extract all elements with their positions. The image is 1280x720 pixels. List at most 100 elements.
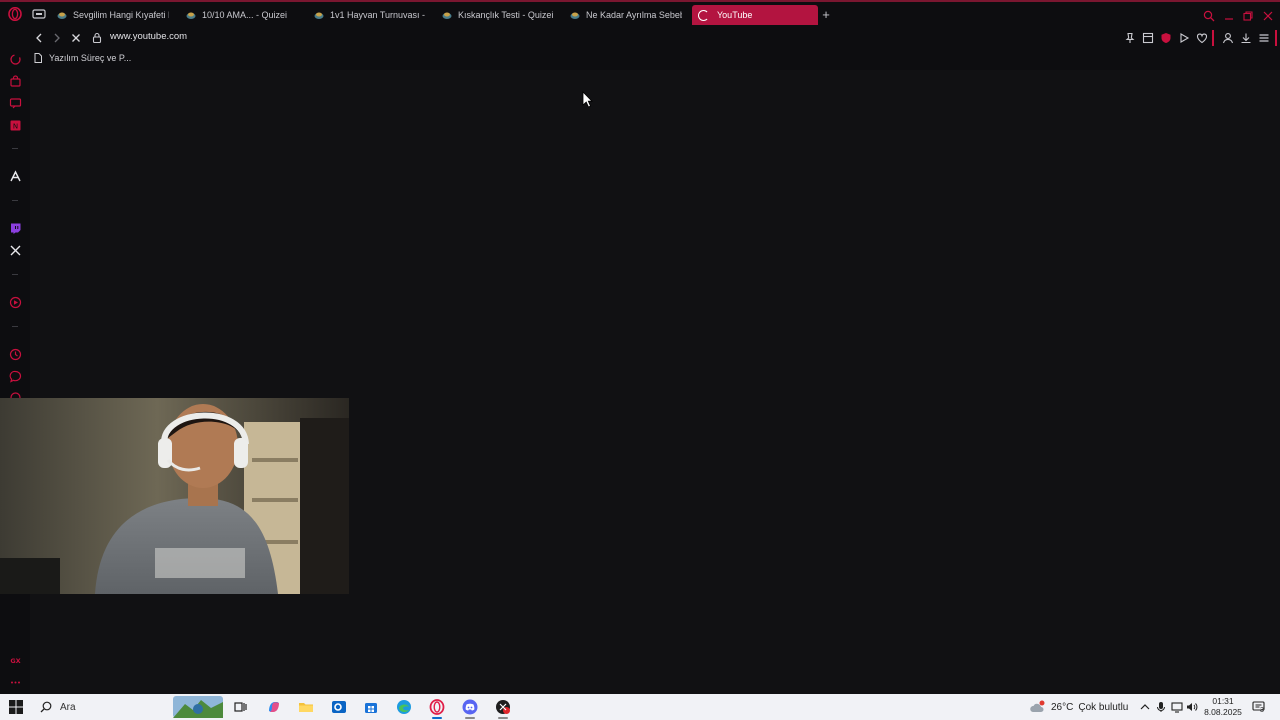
- tab-2[interactable]: 10/10 AMA... - Quizei: [186, 5, 298, 25]
- notifications-button[interactable]: 3: [1252, 700, 1266, 714]
- sidebar-separator: [12, 326, 18, 327]
- search-highlight-icon[interactable]: [173, 696, 223, 718]
- network-icon[interactable]: [1171, 701, 1183, 713]
- windows-start-icon[interactable]: [9, 700, 23, 714]
- clock-time: 01:31: [1212, 696, 1234, 706]
- running-app-indicator: [465, 717, 475, 719]
- search-placeholder: Ara: [60, 701, 76, 713]
- quizei-favicon-icon: [314, 12, 324, 19]
- weather-condition: Çok bulutlu: [1078, 701, 1129, 713]
- bookmarks-bar: Yazılım Süreç ve P...: [30, 48, 1280, 70]
- download-icon[interactable]: [1240, 32, 1252, 44]
- toolbar-divider: [1275, 30, 1277, 46]
- tab-4[interactable]: Kıskançlık Testi - Quizei: [442, 5, 554, 25]
- app-icon[interactable]: [495, 699, 511, 715]
- sidebar-separator: [12, 200, 18, 201]
- stop-loading-icon[interactable]: [70, 32, 82, 44]
- taskbar-search[interactable]: Ara: [34, 694, 170, 720]
- clock-date: 8.08.2025: [1204, 707, 1242, 717]
- aria-icon[interactable]: [9, 53, 22, 66]
- active-app-indicator: [432, 717, 442, 719]
- tab-youtube-active[interactable]: YouTube: [692, 5, 818, 25]
- cloud-icon: [1030, 700, 1045, 712]
- quizei-favicon-icon: [57, 12, 67, 19]
- tab-bar: Sevgilim Hangi Kıyafeti Di 10/10 AMA... …: [0, 2, 1280, 28]
- sidebar-separator: [12, 274, 18, 275]
- pin-icon[interactable]: [1124, 32, 1136, 44]
- file-explorer-icon[interactable]: [298, 699, 314, 715]
- minimize-icon[interactable]: [1223, 10, 1235, 22]
- clock[interactable]: 01:31 8.08.2025: [1203, 696, 1243, 718]
- mouse-cursor-icon: [582, 91, 593, 108]
- windows-taskbar: Ara 26°C Çok bulutlu 01:31 8.08.2025 3: [0, 694, 1280, 720]
- url-text[interactable]: www.youtube.com: [110, 31, 187, 42]
- quizei-favicon-icon: [186, 12, 196, 19]
- address-bar: www.youtube.com: [0, 28, 1280, 48]
- heart-icon[interactable]: [1196, 32, 1208, 44]
- easy-setup-menu-icon[interactable]: [1258, 32, 1270, 44]
- svg-text:GX: GX: [10, 657, 20, 665]
- lock-icon[interactable]: [92, 32, 102, 43]
- bookmark-item[interactable]: Yazılım Süreç ve P...: [34, 53, 131, 63]
- appstore-icon[interactable]: [9, 170, 22, 183]
- quizei-favicon-icon: [442, 12, 452, 19]
- new-tab-button[interactable]: +: [820, 8, 832, 21]
- history-icon[interactable]: [9, 348, 22, 361]
- notification-count: 3: [1260, 707, 1264, 714]
- quizei-favicon-icon: [570, 12, 580, 19]
- player-icon[interactable]: [9, 296, 22, 309]
- opera-logo-icon[interactable]: [8, 7, 22, 21]
- chat-icon[interactable]: [9, 97, 22, 110]
- webcam-overlay: [0, 398, 349, 594]
- task-view-icon[interactable]: [232, 699, 248, 715]
- weather-temperature: 26°C: [1051, 701, 1074, 713]
- x-twitter-icon[interactable]: [9, 244, 22, 257]
- volume-icon[interactable]: [1186, 701, 1198, 713]
- weather-widget[interactable]: 26°C Çok bulutlu: [1030, 700, 1128, 714]
- microphone-icon[interactable]: [1155, 701, 1167, 713]
- tab-menu-icon[interactable]: [32, 8, 46, 20]
- tab-title: 1v1 Hayvan Turnuvası - Q: [330, 10, 426, 20]
- copilot-icon[interactable]: [266, 699, 282, 715]
- snapshot-icon[interactable]: [1142, 32, 1154, 44]
- chevron-up-icon[interactable]: [1139, 701, 1151, 713]
- sidebar-separator: [12, 148, 18, 149]
- close-icon[interactable]: [1262, 10, 1274, 22]
- tab-title: Kıskançlık Testi - Quizei: [458, 10, 554, 20]
- tab-1[interactable]: Sevgilim Hangi Kıyafeti Di: [57, 5, 169, 25]
- discord-icon[interactable]: [462, 699, 478, 715]
- restore-icon[interactable]: [1242, 10, 1254, 22]
- tab-title: 10/10 AMA... - Quizei: [202, 10, 288, 20]
- running-app-indicator: [498, 717, 508, 719]
- store-icon[interactable]: [363, 699, 379, 715]
- svg-text:N: N: [13, 123, 18, 131]
- document-icon: [34, 53, 42, 63]
- search-tabs-icon[interactable]: [1203, 10, 1215, 22]
- loading-spinner-icon: [698, 9, 709, 21]
- tab-3[interactable]: 1v1 Hayvan Turnuvası - Q: [314, 5, 426, 25]
- page-content[interactable]: [30, 70, 1280, 694]
- more-icon[interactable]: [9, 676, 22, 689]
- player-icon[interactable]: [1178, 32, 1190, 44]
- outlook-icon[interactable]: [331, 699, 347, 715]
- back-icon[interactable]: [33, 32, 45, 44]
- opera-gx-icon[interactable]: [429, 699, 445, 715]
- profile-icon[interactable]: [1222, 32, 1234, 44]
- toolbar-divider: [1212, 30, 1214, 46]
- tab-title: YouTube: [717, 10, 753, 20]
- twitch-icon[interactable]: [9, 222, 22, 235]
- vpn-shield-icon[interactable]: [1160, 32, 1172, 44]
- edge-icon[interactable]: [396, 699, 412, 715]
- bookmark-label: Yazılım Süreç ve P...: [49, 53, 132, 63]
- shopping-icon[interactable]: [9, 75, 22, 88]
- messenger-icon[interactable]: [9, 370, 22, 383]
- forward-icon[interactable]: [51, 32, 63, 44]
- browser-window: Sevgilim Hangi Kıyafeti Di 10/10 AMA... …: [0, 0, 1280, 694]
- tab-title: Ne Kadar Ayrılma Sebebi: [586, 10, 682, 20]
- tab-title: Sevgilim Hangi Kıyafeti Di: [73, 10, 169, 20]
- tab-5[interactable]: Ne Kadar Ayrılma Sebebi: [570, 5, 682, 25]
- news-icon[interactable]: N: [9, 119, 22, 132]
- search-icon: [40, 701, 52, 713]
- sidebar: N GX: [0, 48, 30, 694]
- gx-icon[interactable]: GX: [9, 654, 22, 667]
